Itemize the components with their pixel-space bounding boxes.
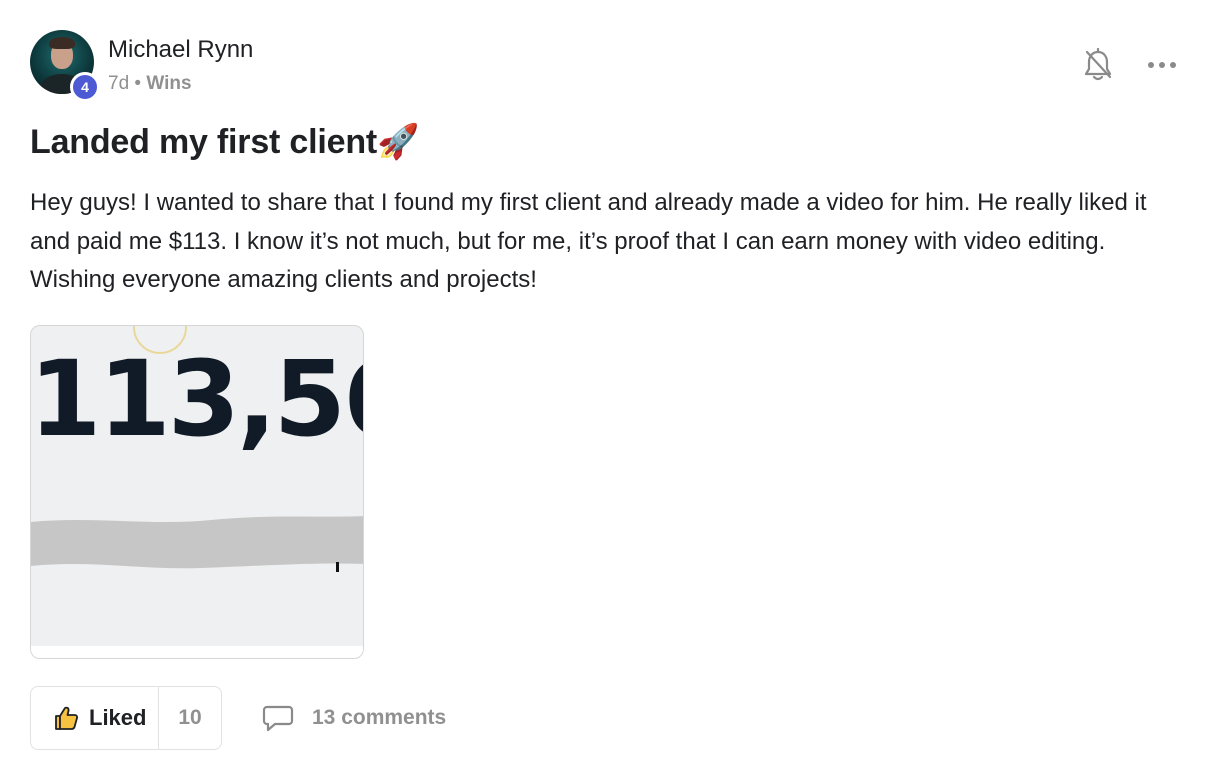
redaction-mark bbox=[336, 562, 339, 572]
post-card: 4 Michael Rynn 7d • Wins Landed my first… bbox=[0, 0, 1230, 766]
level-badge: 4 bbox=[70, 72, 100, 102]
post-time[interactable]: 7d bbox=[108, 73, 129, 94]
attachment-amount: 113,56 bbox=[30, 338, 363, 460]
comment-bubble-icon bbox=[262, 705, 294, 732]
avatar-hair bbox=[49, 37, 75, 49]
attachment-image[interactable]: 113,56 bbox=[30, 325, 364, 659]
post-title-text: Landed my first client bbox=[30, 123, 378, 161]
like-button[interactable]: Liked bbox=[31, 687, 159, 749]
more-horizontal-icon[interactable] bbox=[1146, 55, 1178, 75]
comments-label: 13 comments bbox=[312, 706, 447, 729]
thumbs-up-icon bbox=[55, 706, 79, 730]
attachment-bottom-strip bbox=[31, 646, 363, 658]
author-avatar-wrap[interactable]: 4 bbox=[30, 30, 100, 102]
redaction-scribble bbox=[31, 516, 363, 569]
post-body: Hey guys! I wanted to share that I found… bbox=[30, 189, 1147, 293]
comments-button[interactable]: 13 comments bbox=[262, 700, 446, 736]
post-meta: 7d • Wins bbox=[108, 73, 192, 95]
bell-off-icon[interactable] bbox=[1083, 48, 1113, 82]
like-count[interactable]: 10 bbox=[159, 687, 221, 749]
like-control: Liked 10 bbox=[30, 686, 222, 750]
meta-separator: • bbox=[134, 73, 142, 94]
author-name[interactable]: Michael Rynn bbox=[108, 36, 253, 64]
rocket-emoji: 🚀 bbox=[377, 122, 420, 162]
like-label: Liked bbox=[89, 705, 147, 730]
post-title: Landed my first client🚀 bbox=[30, 122, 419, 162]
post-category[interactable]: Wins bbox=[146, 73, 191, 94]
